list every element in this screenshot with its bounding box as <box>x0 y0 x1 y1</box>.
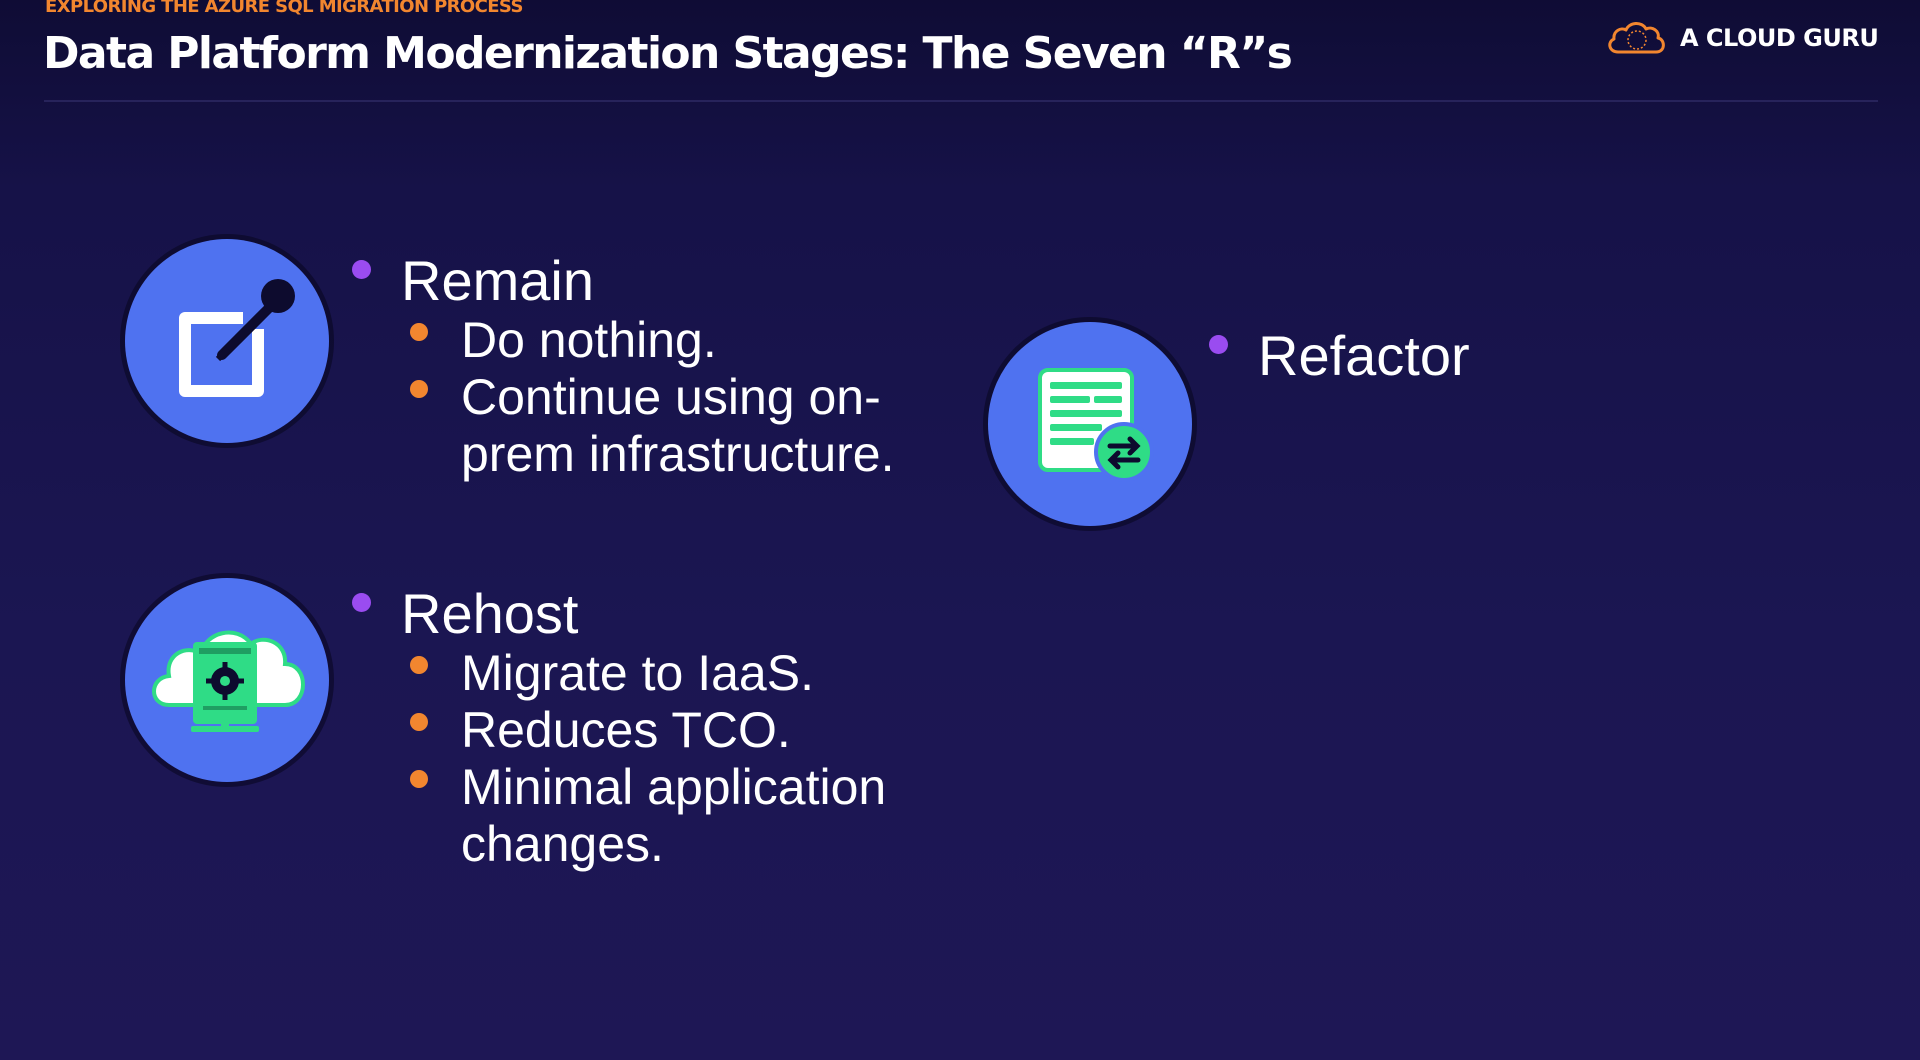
list-item: Continue using on- prem infrastructure. <box>410 369 894 483</box>
brand: A CLOUD GURU <box>1604 18 1879 58</box>
stage-points: Migrate to IaaS. Reduces TCO. Minimal ap… <box>410 645 886 873</box>
stage-heading: Refactor <box>1258 324 1470 387</box>
point-text: Do nothing. <box>461 312 717 368</box>
bullet-purple <box>352 593 371 612</box>
list-item: Reduces TCO. <box>410 702 886 759</box>
stage-refactor: Refactor <box>1209 325 1470 387</box>
document-refresh-icon <box>1038 368 1154 482</box>
course-eyebrow: EXPLORING THE AZURE SQL MIGRATION PROCES… <box>45 0 523 17</box>
slide-title: Data Platform Modernization Stages: The … <box>43 28 1293 79</box>
stage-remain: Remain Do nothing. Continue using on- pr… <box>352 250 894 483</box>
cloud-server-icon <box>152 630 305 732</box>
point-text: Migrate to IaaS. <box>461 645 814 701</box>
stage-points: Do nothing. Continue using on- prem infr… <box>410 312 894 483</box>
bullet-orange <box>410 713 428 731</box>
brand-name: A CLOUD GURU <box>1680 24 1879 52</box>
bullet-orange <box>410 323 428 341</box>
cloud-logo-icon <box>1608 22 1665 54</box>
stage-heading: Remain <box>401 249 594 312</box>
header-divider <box>44 100 1878 102</box>
stage-rehost: Rehost Migrate to IaaS. Reduces TCO. Min… <box>352 583 886 873</box>
refactor-icon-circle <box>988 322 1192 526</box>
bullet-orange <box>410 656 428 674</box>
point-text: Minimal application changes. <box>461 759 887 872</box>
point-text: Reduces TCO. <box>461 702 791 758</box>
stage-heading: Rehost <box>401 582 579 645</box>
bullet-purple <box>1209 335 1228 354</box>
list-item: Migrate to IaaS. <box>410 645 886 702</box>
remain-icon-circle <box>125 239 329 443</box>
point-text: Continue using on- prem infrastructure. <box>461 369 895 482</box>
list-item: Do nothing. <box>410 312 894 369</box>
edit-pencil-icon <box>179 279 295 397</box>
bullet-orange <box>410 380 428 398</box>
list-item: Minimal application changes. <box>410 759 886 873</box>
rehost-icon-circle <box>125 578 329 782</box>
bullet-orange <box>410 770 428 788</box>
bullet-purple <box>352 260 371 279</box>
